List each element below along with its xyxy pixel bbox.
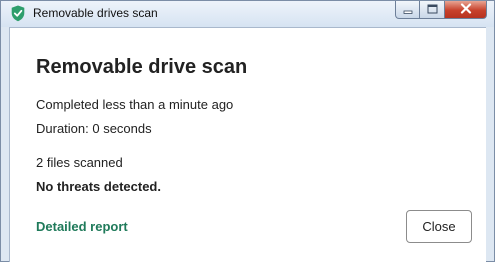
close-icon — [460, 1, 472, 19]
files-scanned-text: 2 files scanned — [36, 155, 123, 170]
caption-buttons — [395, 1, 487, 19]
maximize-button[interactable] — [420, 1, 445, 19]
detailed-report-link[interactable]: Detailed report — [36, 219, 128, 234]
close-button[interactable]: Close — [406, 210, 472, 243]
scan-window: Removable drives scan Removable drive sc… — [0, 0, 495, 262]
maximize-icon — [427, 1, 438, 19]
scan-heading: Removable drive scan — [36, 56, 248, 78]
scan-result-text: No threats detected. — [36, 179, 161, 194]
completed-text: Completed less than a minute ago — [36, 97, 234, 112]
minimize-icon — [403, 1, 413, 19]
duration-text: Duration: 0 seconds — [36, 121, 152, 136]
dialog-content: Removable drive scan Completed less than… — [9, 27, 486, 262]
window-title: Removable drives scan — [33, 6, 158, 20]
shield-check-icon — [11, 5, 25, 22]
minimize-button[interactable] — [395, 1, 420, 19]
title-bar[interactable]: Removable drives scan — [1, 1, 494, 27]
close-window-button[interactable] — [445, 1, 487, 19]
